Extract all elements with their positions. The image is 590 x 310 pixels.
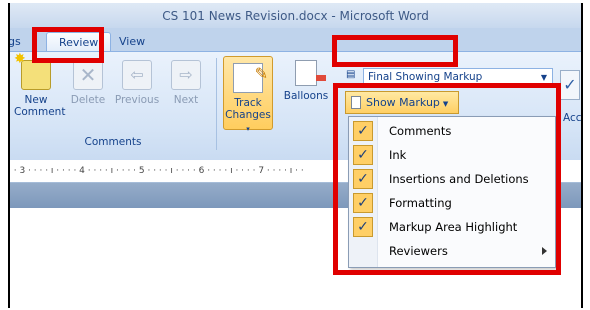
previous-label: Previous (114, 94, 160, 106)
highlight-box-review-tab (32, 27, 104, 63)
balloons-icon (295, 60, 326, 86)
track-changes-icon (233, 63, 268, 93)
accept-label[interactable]: Acc (563, 112, 582, 124)
title-bar: CS 101 News Revision.docx - Microsoft Wo… (8, 3, 583, 28)
previous-icon: ⇦ (122, 60, 152, 90)
frame-border-left (8, 3, 10, 308)
new-comment-label: New Comment (14, 94, 66, 118)
next-icon: ⇨ (171, 60, 201, 90)
previous-comment-button[interactable]: ⇦ Previous (113, 60, 161, 106)
accept-icon[interactable]: ✓ (560, 70, 580, 100)
comments-group-label: Comments (84, 136, 142, 148)
highlight-box-show-markup (332, 35, 458, 67)
highlight-box-menu (333, 83, 561, 275)
display-for-review-icon: ▤ (346, 69, 356, 80)
balloons-button[interactable]: Balloons (278, 60, 334, 102)
delete-comment-button[interactable]: ✕ Delete (68, 60, 108, 106)
frame-border-right (581, 3, 583, 308)
group-separator (216, 58, 217, 150)
track-changes-label: Track Changes (225, 97, 271, 121)
new-comment-icon (14, 53, 51, 90)
window-title: CS 101 News Revision.docx - Microsoft Wo… (162, 9, 429, 23)
new-comment-button[interactable]: New Comment (14, 53, 65, 118)
delete-label: Delete (70, 94, 106, 106)
next-label: Next (173, 94, 199, 106)
next-comment-button[interactable]: ⇨ Next (168, 60, 204, 106)
tab-view[interactable]: View (119, 32, 145, 51)
delete-icon: ✕ (73, 60, 103, 90)
balloons-label: Balloons (283, 90, 329, 102)
display-for-review-value: Final Showing Markup (368, 71, 483, 83)
ruler-marks: · · 3 · · · · ı · · · · 4 · · · · ı · · … (8, 166, 304, 176)
track-changes-button[interactable]: Track Changes ▾ (223, 56, 273, 133)
